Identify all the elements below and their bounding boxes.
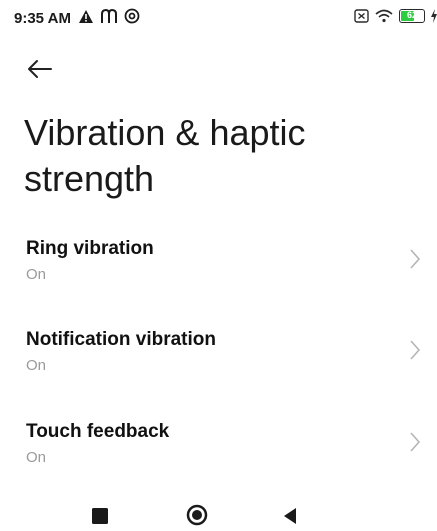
m-app-icon bbox=[101, 8, 117, 23]
touch-feedback-item[interactable]: Touch feedback On bbox=[0, 421, 437, 507]
chevron-right-icon bbox=[410, 340, 421, 360]
battery-level: 62 bbox=[406, 10, 417, 20]
status-icons-right: 62 bbox=[354, 9, 437, 23]
item-label: Notification vibration bbox=[26, 329, 216, 350]
item-value: On bbox=[26, 357, 47, 374]
chevron-right-icon bbox=[410, 249, 421, 269]
recents-button[interactable] bbox=[92, 508, 108, 529]
charging-icon bbox=[431, 9, 437, 23]
status-time: 9:35 AM bbox=[14, 10, 71, 27]
notification-vibration-item[interactable]: Notification vibration On bbox=[0, 329, 437, 415]
status-bar: 9:35 AM 62 bbox=[0, 0, 437, 36]
item-value: On bbox=[26, 266, 47, 283]
item-label: Ring vibration bbox=[26, 238, 154, 259]
chevron-right-icon bbox=[410, 432, 421, 452]
ring-vibration-item[interactable]: Ring vibration On bbox=[0, 238, 437, 324]
battery-icon: 62 bbox=[399, 9, 425, 23]
item-label: Touch feedback bbox=[26, 421, 170, 442]
home-button[interactable] bbox=[186, 504, 208, 531]
navigation-bar bbox=[0, 500, 437, 526]
arrow-left-icon bbox=[28, 60, 52, 78]
item-value: On bbox=[26, 449, 47, 466]
wifi-icon bbox=[375, 9, 393, 23]
warning-icon bbox=[79, 9, 93, 23]
at-sign-icon bbox=[124, 8, 140, 24]
home-circle-icon bbox=[186, 504, 208, 526]
status-icons-left bbox=[78, 8, 140, 24]
sim-off-icon bbox=[354, 9, 369, 23]
page-title: Vibration & haptic strength bbox=[24, 112, 306, 199]
back-button[interactable] bbox=[24, 54, 58, 84]
nav-back-button[interactable] bbox=[282, 508, 298, 529]
